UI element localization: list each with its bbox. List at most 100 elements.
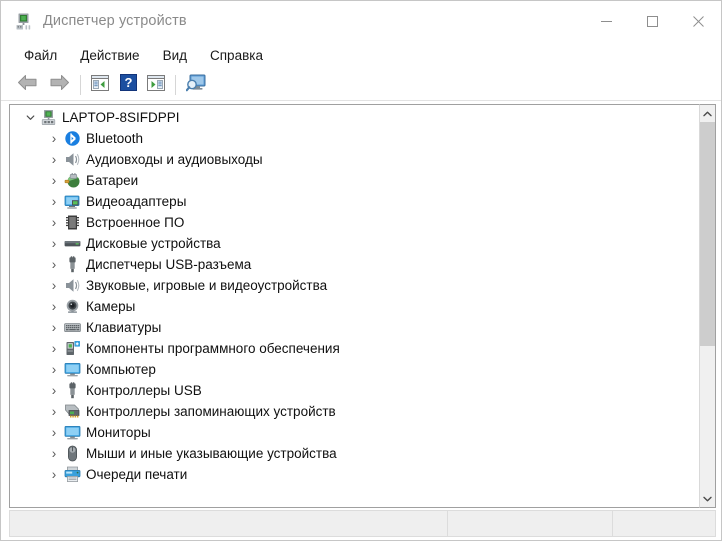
maximize-button[interactable] [629, 1, 675, 41]
tree-row-keyboards[interactable]: › Клавиатуры [10, 317, 699, 338]
tree-item-label: Камеры [86, 299, 136, 314]
tree-row-root[interactable]: LAPTOP-8SIFDPPI [10, 107, 699, 128]
help-button[interactable]: ? [114, 72, 142, 98]
chevron-right-icon[interactable]: › [46, 446, 62, 462]
chevron-right-icon[interactable]: › [46, 404, 62, 420]
tree-item-label: Компоненты программного обеспечения [86, 341, 340, 356]
menu-view[interactable]: Вид [154, 45, 196, 66]
chevron-right-icon[interactable]: › [46, 236, 62, 252]
status-bar [9, 510, 716, 537]
tree-row-disk-drives[interactable]: › Дисковые устройства [10, 233, 699, 254]
print-queue-icon [64, 466, 81, 483]
menu-action[interactable]: Действие [71, 45, 148, 66]
chevron-right-icon[interactable]: › [46, 131, 62, 147]
chevron-right-icon[interactable]: › [46, 278, 62, 294]
computer-icon [64, 361, 81, 378]
toolbar-separator-2 [175, 75, 176, 95]
tree-item-label: Диспетчеры USB-разъема [86, 257, 252, 272]
tree-row-usb-controllers[interactable]: › Контроллеры USB [10, 380, 699, 401]
show-hide-console-tree-button[interactable] [86, 72, 114, 98]
storage-controller-icon [64, 403, 81, 420]
tree-row-sound-video-game[interactable]: › Звуковые, игровые и видеоустройства [10, 275, 699, 296]
menu-bar: Файл Действие Вид Справка [1, 41, 721, 70]
device-manager-window: Диспетчер устройств Файл Действие Вид Сп… [0, 0, 722, 541]
content-area: LAPTOP-8SIFDPPI › Bluetooth › Аудиовходы… [1, 101, 721, 508]
scroll-down-button[interactable] [700, 490, 715, 507]
tree-row-cameras[interactable]: › Камеры [10, 296, 699, 317]
back-arrow-icon [17, 74, 38, 96]
back-button[interactable] [11, 72, 43, 98]
tree-item-label: Дисковые устройства [86, 236, 221, 251]
menu-file[interactable]: Файл [15, 45, 66, 66]
scrollbar-thumb[interactable] [700, 122, 715, 347]
close-button[interactable] [675, 1, 721, 41]
scan-hardware-changes-icon [185, 74, 208, 97]
tree-row-computer[interactable]: › Компьютер [10, 359, 699, 380]
tree-item-label: Видеоадаптеры [86, 194, 187, 209]
tree-row-storage-controllers[interactable]: › Контроллеры запоминающих устройств [10, 401, 699, 422]
forward-button[interactable] [43, 72, 75, 98]
chevron-right-icon[interactable]: › [46, 425, 62, 441]
tree-item-label: Bluetooth [86, 131, 144, 146]
svg-text:?: ? [124, 75, 132, 90]
tree-row-software-components[interactable]: › Компоненты программного обеспечения [10, 338, 699, 359]
monitor-icon [64, 424, 81, 441]
audio-io-icon [64, 151, 81, 168]
title-bar: Диспетчер устройств [1, 1, 721, 41]
scrollbar-track[interactable] [700, 122, 715, 490]
tree-item-label: Аудиовходы и аудиовыходы [86, 152, 263, 167]
usb-connector-icon [64, 256, 81, 273]
tree-row-monitors[interactable]: › Мониторы [10, 422, 699, 443]
usb-controller-icon [64, 382, 81, 399]
tree-item-label: Клавиатуры [86, 320, 162, 335]
minimize-button[interactable] [583, 1, 629, 41]
tree-item-label: Контроллеры запоминающих устройств [86, 404, 336, 419]
chevron-right-icon[interactable]: › [46, 173, 62, 189]
firmware-icon [64, 214, 81, 231]
computer-node-icon [40, 109, 57, 126]
scroll-up-button[interactable] [700, 105, 715, 122]
chevron-right-icon[interactable]: › [46, 467, 62, 483]
display-adapter-icon [64, 193, 81, 210]
chevron-down-icon[interactable] [22, 110, 38, 126]
tree-row-mice[interactable]: › Мыши и иные указывающие устройства [10, 443, 699, 464]
chevron-right-icon[interactable]: › [46, 320, 62, 336]
chevron-right-icon[interactable]: › [46, 257, 62, 273]
device-tree[interactable]: LAPTOP-8SIFDPPI › Bluetooth › Аудиовходы… [9, 104, 699, 508]
status-pane-3 [613, 511, 715, 536]
vertical-scrollbar[interactable] [699, 104, 716, 508]
window-title: Диспетчер устройств [43, 13, 187, 29]
status-pane-1 [10, 511, 447, 536]
chevron-right-icon[interactable]: › [46, 341, 62, 357]
mouse-icon [64, 445, 81, 462]
chevron-right-icon[interactable]: › [46, 383, 62, 399]
software-component-icon [64, 340, 81, 357]
properties-button[interactable] [142, 72, 170, 98]
tree-row-firmware[interactable]: › Встроенное ПО [10, 212, 699, 233]
tree-item-label: Встроенное ПО [86, 215, 185, 230]
status-pane-2 [448, 511, 612, 536]
tree-row-display-adapters[interactable]: › Видеоадаптеры [10, 191, 699, 212]
properties-icon [147, 74, 165, 96]
show-hide-console-tree-icon [91, 74, 109, 96]
tree-row-bluetooth[interactable]: › Bluetooth [10, 128, 699, 149]
scan-hardware-changes-button[interactable] [181, 72, 213, 98]
chevron-right-icon[interactable]: › [46, 152, 62, 168]
tree-item-label: Мониторы [86, 425, 151, 440]
tree-item-label: Мыши и иные указывающие устройства [86, 446, 337, 461]
menu-help[interactable]: Справка [201, 45, 272, 66]
tree-row-usb-connector-managers[interactable]: › Диспетчеры USB-разъема [10, 254, 699, 275]
chevron-right-icon[interactable]: › [46, 215, 62, 231]
chevron-right-icon[interactable]: › [46, 362, 62, 378]
tree-item-label: Звуковые, игровые и видеоустройства [86, 278, 328, 293]
bluetooth-icon [64, 130, 81, 147]
tree-row-batteries[interactable]: › Батареи [10, 170, 699, 191]
sound-video-icon [64, 277, 81, 294]
chevron-right-icon[interactable]: › [46, 299, 62, 315]
battery-icon [64, 172, 81, 189]
tree-row-print-queues[interactable]: › Очереди печати [10, 464, 699, 485]
device-manager-icon [14, 12, 33, 31]
device-tree-list: LAPTOP-8SIFDPPI › Bluetooth › Аудиовходы… [10, 107, 699, 485]
tree-row-audio-io[interactable]: › Аудиовходы и аудиовыходы [10, 149, 699, 170]
chevron-right-icon[interactable]: › [46, 194, 62, 210]
